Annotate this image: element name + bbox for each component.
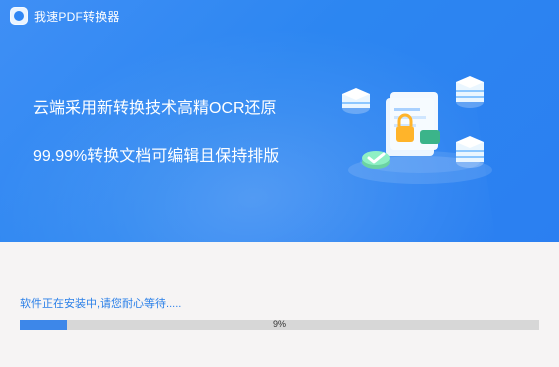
install-progress-label: 9%	[272, 319, 286, 329]
banner-line-1: 云端采用新转换技术高精OCR还原	[33, 100, 277, 117]
document-cloud-illustration	[342, 76, 492, 184]
install-progress-bar: 9%	[20, 319, 539, 330]
install-status-text: 软件正在安装中,请您耐心等待.....	[20, 298, 182, 310]
banner: 我速PDF转换器 云端采用新转换技术高精OCR还原 99.99%转换文档可编辑且…	[0, 0, 559, 242]
app-logo-icon	[10, 7, 28, 25]
installer-window: 我速PDF转换器 云端采用新转换技术高精OCR还原 99.99%转换文档可编辑且…	[0, 0, 559, 367]
app-title: 我速PDF转换器	[34, 10, 120, 24]
title-bar: 我速PDF转换器	[0, 0, 559, 34]
banner-line-2: 99.99%转换文档可编辑且保持排版	[33, 148, 280, 165]
